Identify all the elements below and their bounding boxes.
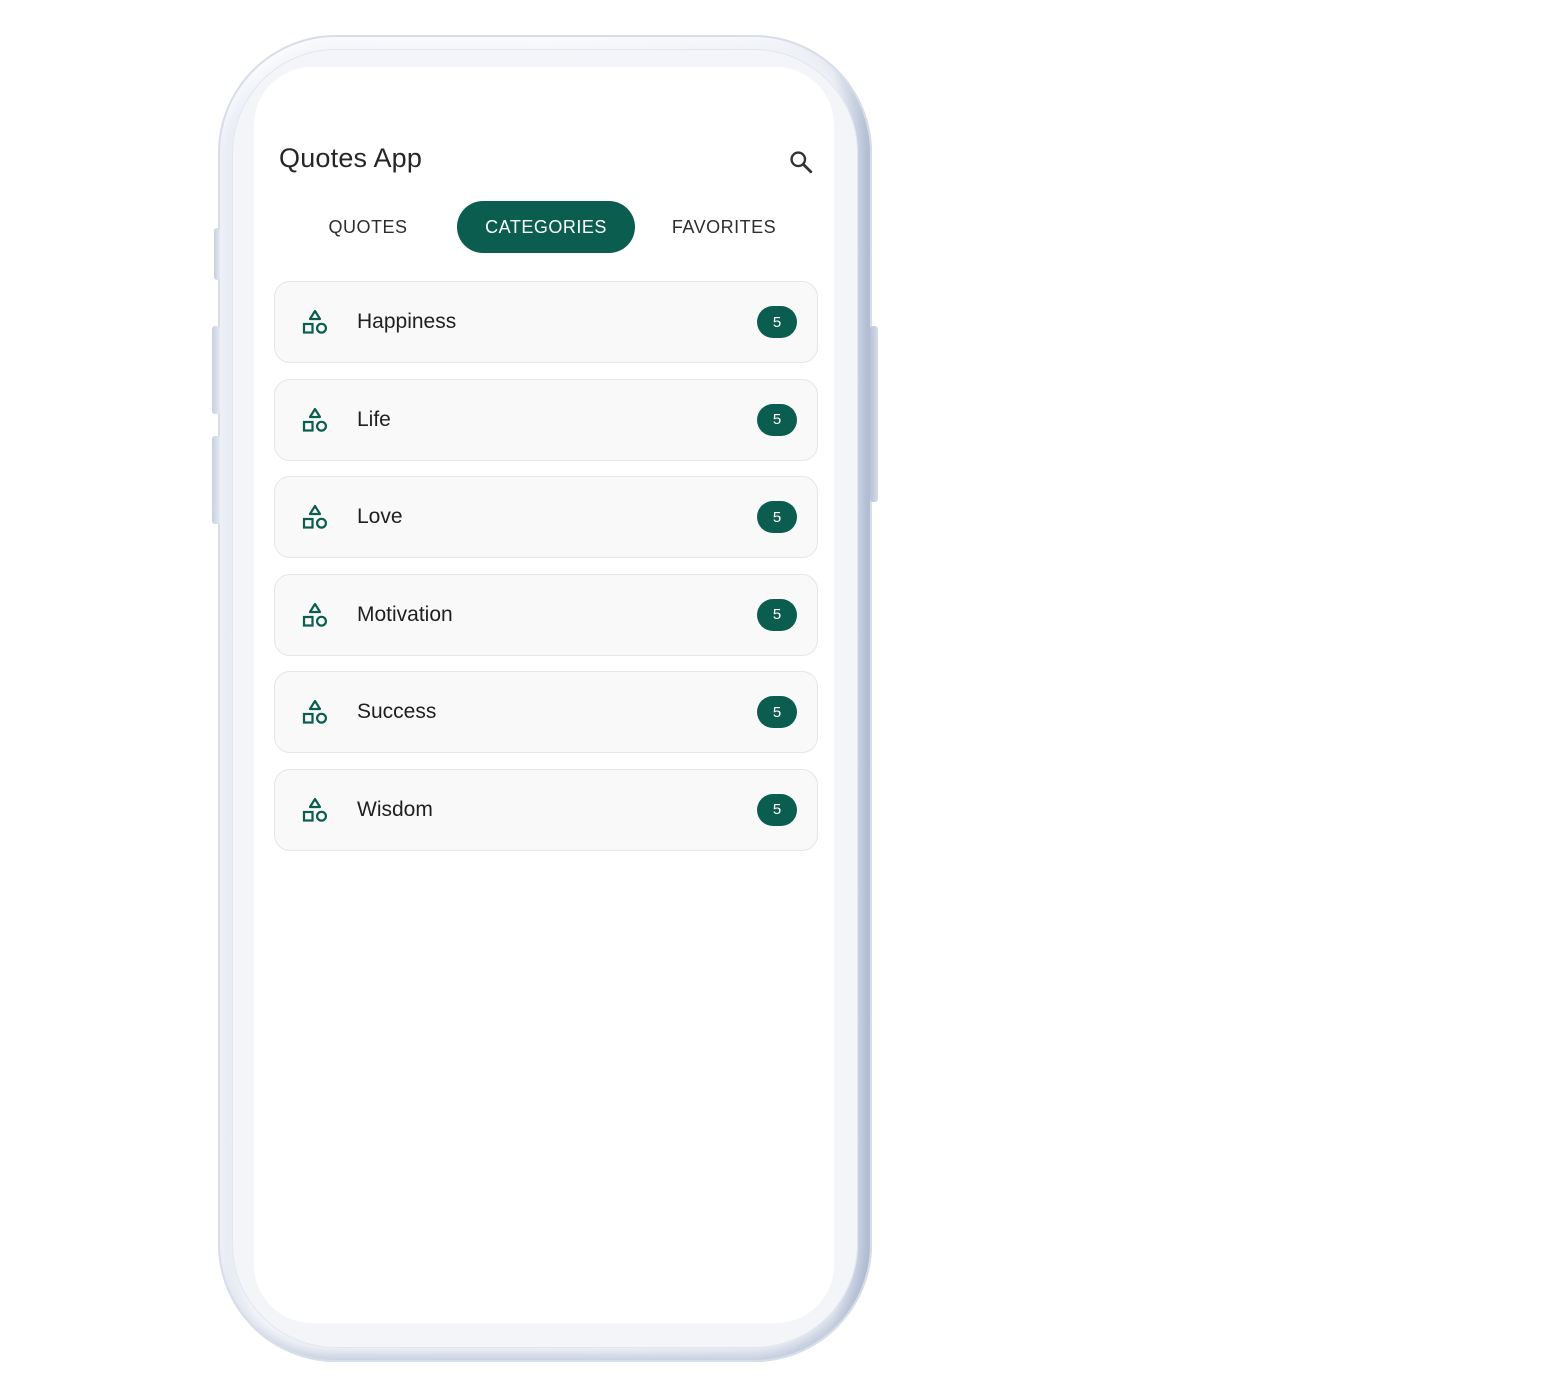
category-label: Love [357,505,403,528]
category-shapes-icon [302,309,328,334]
category-shapes-icon [302,699,328,724]
category-item-life[interactable]: Life 5 [274,378,818,461]
category-shapes-icon [302,407,328,432]
count-badge: 5 [757,403,797,436]
category-shapes-icon [302,602,328,627]
tab-quotes[interactable]: QUOTES [294,201,442,253]
count-badge: 5 [757,306,797,338]
mute-switch [214,228,220,280]
count-badge: 5 [757,793,797,826]
count-badge: 5 [757,696,797,728]
tab-categories[interactable]: CATEGORIES [457,201,635,253]
volume-down-button [212,436,220,524]
tab-favorites[interactable]: FAVORITES [650,201,798,253]
category-shapes-icon [302,797,328,822]
search-icon [790,151,813,174]
category-label: Success [357,700,437,723]
category-item-success[interactable]: Success 5 [274,671,818,753]
search-button[interactable] [784,145,818,179]
power-button [870,326,878,502]
volume-up-button [212,326,220,414]
category-item-wisdom[interactable]: Wisdom 5 [274,768,818,851]
category-item-love[interactable]: Love 5 [274,476,818,558]
category-list: Happiness 5 Life 5 Love 5 Motivation 5 S… [274,281,818,866]
category-label: Life [357,407,391,431]
app-screen: Quotes App QUOTES CATEGORIES FAVORITES H… [254,67,834,1323]
category-label: Wisdom [357,797,433,821]
count-badge: 5 [757,598,797,631]
category-item-happiness[interactable]: Happiness 5 [274,281,818,363]
category-label: Motivation [357,602,453,626]
category-label: Happiness [357,310,457,333]
app-title: Quotes App [279,143,423,173]
count-badge: 5 [757,501,797,533]
category-item-motivation[interactable]: Motivation 5 [274,573,818,656]
category-shapes-icon [302,504,328,529]
phone-frame: Quotes App QUOTES CATEGORIES FAVORITES H… [212,35,878,1362]
tab-bar: QUOTES CATEGORIES FAVORITES [254,201,834,253]
